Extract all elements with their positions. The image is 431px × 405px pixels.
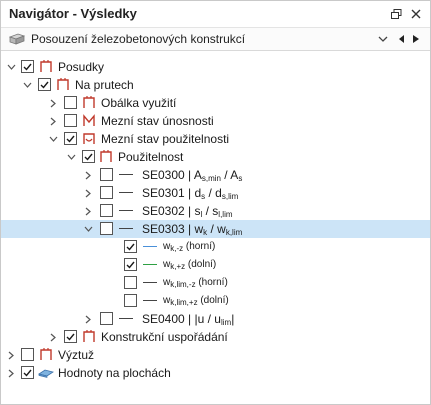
checkbox-unchecked[interactable]: [64, 114, 77, 127]
tree-item-wklim-minus-z[interactable]: wk,lim,-z (horní): [1, 274, 430, 292]
checkbox-unchecked[interactable]: [100, 222, 113, 235]
tree-item-wk-plus-z[interactable]: wk,+z (dolní): [1, 256, 430, 274]
checkbox-checked[interactable]: [38, 78, 51, 91]
collapsed-chevron-icon[interactable]: [47, 96, 59, 110]
line-icon: [119, 210, 133, 211]
expanded-chevron-icon[interactable]: [5, 60, 17, 74]
tree-label: Mezní stav použitelnosti: [101, 132, 230, 146]
expanded-chevron-icon[interactable]: [21, 78, 33, 92]
collapsed-chevron-icon[interactable]: [5, 366, 17, 380]
line-icon: [119, 228, 133, 229]
checkbox-unchecked[interactable]: [100, 312, 113, 325]
blue-line-icon: [143, 246, 157, 247]
dropdown-value: Posouzení železobetonových konstrukcí: [31, 32, 246, 46]
tree-label: wk,-z (horní): [163, 241, 216, 253]
tree-item-se0302[interactable]: SE0302 | sl / sl,lim: [1, 202, 430, 220]
tree-label: wk,+z (dolní): [163, 259, 217, 271]
tree-label: wk,lim,+z (dolní): [163, 295, 229, 307]
tree-item-se0303[interactable]: SE0303 | wk / wk,lim: [1, 220, 430, 238]
reinforcement-icon: [40, 348, 52, 360]
checkbox-checked[interactable]: [21, 60, 34, 73]
tree-item-hodnoty[interactable]: Hodnoty na plochách: [1, 364, 430, 382]
tree-item-posudky[interactable]: Posudky: [1, 58, 430, 76]
tree-item-obalka[interactable]: Obálka využití: [1, 94, 430, 112]
chevron-down-icon[interactable]: [375, 30, 391, 48]
checkbox-checked[interactable]: [124, 240, 137, 253]
results-type-dropdown[interactable]: Posouzení železobetonových konstrukcí: [1, 27, 430, 51]
checkbox-checked[interactable]: [21, 366, 34, 379]
tree-label: SE0303 | wk / wk,lim: [142, 222, 243, 237]
collapsed-chevron-icon[interactable]: [47, 330, 59, 344]
checkbox-unchecked[interactable]: [124, 276, 137, 289]
surface-values-icon: [38, 369, 54, 378]
collapsed-chevron-icon[interactable]: [82, 312, 94, 326]
panel-title: Navigátor - Výsledky: [9, 6, 137, 21]
collapsed-chevron-icon[interactable]: [82, 204, 94, 218]
green-line-icon: [143, 264, 157, 265]
checkbox-unchecked[interactable]: [64, 96, 77, 109]
member-design-icon: [57, 78, 69, 90]
close-icon[interactable]: [407, 5, 425, 23]
tree-item-mezni-unosnosti[interactable]: Mezní stav únosnosti: [1, 112, 430, 130]
tree-item-se0301[interactable]: SE0301 | ds / ds,lim: [1, 184, 430, 202]
float-window-icon[interactable]: [387, 5, 405, 23]
tree-label: Konstrukční uspořádání: [101, 330, 228, 344]
checkbox-checked[interactable]: [82, 150, 95, 163]
line-icon: [119, 318, 133, 319]
detailing-icon: [83, 330, 95, 342]
member-design-icon: [83, 96, 95, 108]
tree-label: Posudky: [58, 60, 105, 74]
member-design-icon: [40, 60, 52, 72]
sls-icon: [83, 133, 95, 144]
expanded-chevron-icon[interactable]: [47, 132, 59, 146]
concrete-design-icon: [9, 33, 25, 45]
tree-item-wklim-plus-z[interactable]: wk,lim,+z (dolní): [1, 292, 430, 310]
tree-label: SE0301 | ds / ds,lim: [142, 186, 239, 201]
collapsed-chevron-icon[interactable]: [82, 168, 94, 182]
collapsed-chevron-icon[interactable]: [47, 114, 59, 128]
tree-label: SE0300 | As,min / As: [142, 168, 243, 183]
line-icon: [119, 174, 133, 175]
checkbox-unchecked[interactable]: [100, 186, 113, 199]
tree-label: Mezní stav únosnosti: [101, 114, 214, 128]
expanded-chevron-icon[interactable]: [82, 222, 94, 236]
tree-item-vyztuz[interactable]: Výztuž: [1, 346, 430, 364]
line-icon: [143, 282, 157, 283]
tree-label: SE0302 | sl / sl,lim: [142, 204, 233, 219]
next-arrow-icon[interactable]: [408, 30, 424, 48]
checkbox-checked[interactable]: [64, 132, 77, 145]
tree-item-wk-minus-z[interactable]: wk,-z (horní): [1, 238, 430, 256]
tree-item-se0300[interactable]: SE0300 | As,min / As: [1, 166, 430, 184]
navigator-panel: Navigátor - Výsledky Posouzení železobet…: [0, 0, 431, 405]
tree-label: Hodnoty na plochách: [58, 366, 171, 380]
tree-label: wk,lim,-z (horní): [163, 277, 228, 289]
uls-icon: [83, 114, 95, 126]
tree-label: Obálka využití: [101, 96, 177, 110]
title-bar: Navigátor - Výsledky: [1, 1, 430, 27]
tree-item-mezni-pouzitelnosti[interactable]: Mezní stav použitelnosti: [1, 130, 430, 148]
checkbox-checked[interactable]: [124, 258, 137, 271]
serviceability-icon: [100, 150, 112, 162]
tree-label: Použitelnost: [118, 150, 184, 164]
tree-item-pouzitelnost[interactable]: Použitelnost: [1, 148, 430, 166]
checkbox-unchecked[interactable]: [100, 204, 113, 217]
checkbox-unchecked[interactable]: [21, 348, 34, 361]
tree-label: SE0400 | |u / ulim|: [142, 312, 235, 327]
collapsed-chevron-icon[interactable]: [5, 348, 17, 362]
line-icon: [119, 192, 133, 193]
expanded-chevron-icon[interactable]: [65, 150, 77, 164]
collapsed-chevron-icon[interactable]: [82, 186, 94, 200]
tree-item-na-prutech[interactable]: Na prutech: [1, 76, 430, 94]
tree-item-se0400[interactable]: SE0400 | |u / ulim|: [1, 310, 430, 328]
line-icon: [143, 300, 157, 301]
tree-label: Výztuž: [58, 348, 95, 362]
checkbox-unchecked[interactable]: [100, 168, 113, 181]
tree-item-konstrukcni[interactable]: Konstrukční uspořádání: [1, 328, 430, 346]
checkbox-unchecked[interactable]: [124, 294, 137, 307]
tree-label: Na prutech: [75, 78, 134, 92]
checkbox-checked[interactable]: [64, 330, 77, 343]
